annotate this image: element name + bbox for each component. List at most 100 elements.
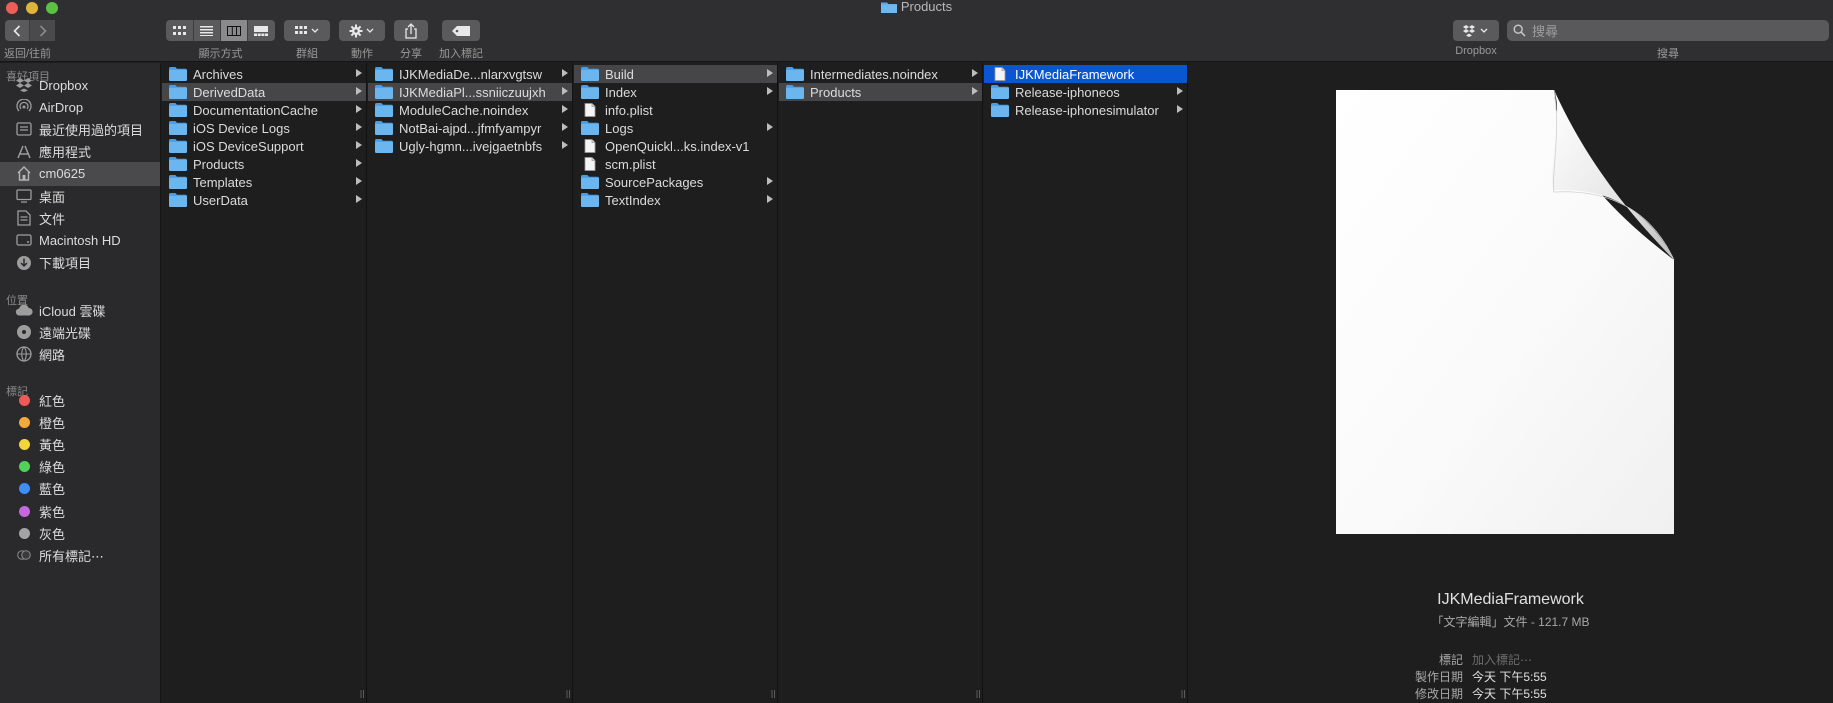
share-icon: [405, 22, 417, 39]
sidebar-item[interactable]: 橙色: [0, 410, 160, 434]
browser-column[interactable]: Archives DerivedData DocumentationCache iOS…: [162, 63, 367, 703]
column-resize-handle[interactable]: [1179, 688, 1187, 703]
action-button[interactable]: [339, 20, 385, 41]
sidebar-item[interactable]: 應用程式: [0, 140, 160, 164]
sidebar-item-label: 紫色: [39, 504, 66, 520]
share-button[interactable]: [394, 20, 428, 41]
folder-row[interactable]: Release-iphoneos: [984, 83, 1187, 101]
folder-row[interactable]: NotBai-ajpd...jfmfyampyr: [368, 119, 572, 137]
chevron-left-icon: [13, 24, 21, 37]
folder-row[interactable]: iOS Device Logs: [162, 119, 366, 137]
column-resize-handle[interactable]: [974, 688, 982, 703]
file-row[interactable]: IJKMediaFramework: [984, 65, 1187, 83]
sidebar-item-label: 下載項目: [39, 256, 92, 272]
file-row[interactable]: OpenQuickl...ks.index-v1: [574, 137, 777, 155]
browser-column[interactable]: Build Index info.plist Logs OpenQuickl...ks.…: [574, 63, 778, 703]
sidebar-item[interactable]: 網路: [0, 342, 160, 366]
folder-row[interactable]: Templates: [162, 173, 366, 191]
sidebar-item-label: 綠色: [39, 460, 66, 476]
gallery-view-button[interactable]: [248, 20, 275, 41]
sidebar-item-label: Macintosh HD: [39, 232, 121, 248]
sidebar-item-label: 應用程式: [39, 145, 92, 161]
sidebar-item[interactable]: Macintosh HD: [0, 228, 160, 252]
sidebar-item[interactable]: iCloud 雲碟: [0, 298, 160, 322]
add-tag-button[interactable]: [442, 20, 480, 41]
folder-row[interactable]: Archives: [162, 65, 366, 83]
file-row[interactable]: scm.plist: [574, 155, 777, 173]
disc-icon: [14, 323, 34, 341]
document-icon: [581, 139, 599, 153]
group-caption: 群組: [296, 48, 318, 60]
sidebar-item[interactable]: 紅色: [0, 388, 160, 412]
sidebar-item[interactable]: AirDrop: [0, 95, 160, 119]
folder-icon: [581, 85, 599, 99]
forward-button[interactable]: [30, 20, 55, 41]
column-view-button[interactable]: [220, 20, 248, 41]
folder-row[interactable]: Products: [162, 155, 366, 173]
folder-icon: [581, 193, 599, 207]
folder-row[interactable]: Release-iphonesimulator: [984, 101, 1187, 119]
folder-row[interactable]: ModuleCache.noindex: [368, 101, 572, 119]
folder-row[interactable]: Ugly-hgmn...ivejgaetnbfs: [368, 137, 572, 155]
item-name: DocumentationCache: [193, 102, 319, 118]
sidebar-item[interactable]: 黃色: [0, 432, 160, 456]
folder-row[interactable]: Intermediates.noindex: [779, 65, 982, 83]
column-resize-handle[interactable]: [564, 688, 572, 703]
sidebar-item[interactable]: 紫色: [0, 499, 160, 523]
browser-column[interactable]: Intermediates.noindex Products: [779, 63, 983, 703]
folder-row[interactable]: IJKMediaPl...ssniiczuujxh: [368, 83, 572, 101]
folder-row[interactable]: SourcePackages: [574, 173, 777, 191]
sidebar-item-label: 灰色: [39, 526, 66, 542]
disclosure-arrow-icon: [562, 105, 568, 113]
folder-row[interactable]: iOS DeviceSupport: [162, 137, 366, 155]
folder-row[interactable]: DerivedData: [162, 83, 366, 101]
folder-row[interactable]: TextIndex: [574, 191, 777, 209]
sidebar-item[interactable]: 綠色: [0, 455, 160, 479]
folder-row[interactable]: Build: [574, 65, 777, 83]
folder-icon: [880, 2, 897, 13]
folder-icon: [991, 85, 1009, 99]
window-title: Products: [0, 0, 1833, 14]
group-icon: [295, 25, 319, 34]
sidebar-item[interactable]: 藍色: [0, 477, 160, 501]
column-resize-handle[interactable]: [358, 688, 366, 703]
folder-row[interactable]: Index: [574, 83, 777, 101]
folder-row[interactable]: DocumentationCache: [162, 101, 366, 119]
folder-row[interactable]: UserData: [162, 191, 366, 209]
tag-color-icon: [14, 435, 34, 453]
folder-icon: [581, 121, 599, 135]
sidebar-item[interactable]: cm0625: [0, 161, 160, 186]
sidebar-item-label: 遠端光碟: [39, 325, 92, 341]
file-row[interactable]: info.plist: [574, 101, 777, 119]
item-name: ModuleCache.noindex: [399, 102, 529, 118]
disclosure-arrow-icon: [767, 69, 773, 77]
sidebar-item[interactable]: 最近使用過的項目: [0, 117, 160, 141]
add-tags-field[interactable]: 加入標記⋯: [1472, 651, 1532, 668]
sidebar-item[interactable]: 遠端光碟: [0, 320, 160, 344]
sidebar-item[interactable]: 灰色: [0, 521, 160, 545]
disclosure-arrow-icon: [356, 123, 362, 131]
search-field[interactable]: 搜尋: [1507, 20, 1829, 41]
sidebar-item[interactable]: 文件: [0, 206, 160, 230]
folder-icon: [169, 157, 187, 171]
back-forward-control: [5, 20, 55, 41]
group-button[interactable]: [284, 20, 330, 41]
browser-column[interactable]: IJKMediaFramework Release-iphoneos Release…: [984, 63, 1188, 703]
sidebar-item[interactable]: 所有標記⋯: [0, 543, 160, 567]
list-view-button[interactable]: [194, 20, 221, 41]
column-resize-handle[interactable]: [769, 688, 777, 703]
sidebar-item[interactable]: 桌面: [0, 184, 160, 208]
folder-row[interactable]: Products: [779, 83, 982, 101]
item-name: Index: [605, 84, 637, 100]
dropbox-button[interactable]: [1453, 20, 1499, 41]
sidebar-item[interactable]: 下載項目: [0, 251, 160, 275]
folder-row[interactable]: IJKMediaDe...nlarxvgtsw: [368, 65, 572, 83]
toolbar: Products 返回/往前 顯示方式 群組 動作 分享 加入標記 Dropbo…: [0, 0, 1833, 62]
sidebar-item[interactable]: Dropbox: [0, 73, 160, 97]
browser-column[interactable]: IJKMediaDe...nlarxvgtsw IJKMediaPl...ssni…: [368, 63, 573, 703]
folder-row[interactable]: Logs: [574, 119, 777, 137]
nav-caption: 返回/往前: [4, 48, 52, 60]
item-name: OpenQuickl...ks.index-v1: [605, 138, 750, 154]
icon-view-button[interactable]: [167, 20, 194, 41]
back-button[interactable]: [5, 20, 30, 41]
